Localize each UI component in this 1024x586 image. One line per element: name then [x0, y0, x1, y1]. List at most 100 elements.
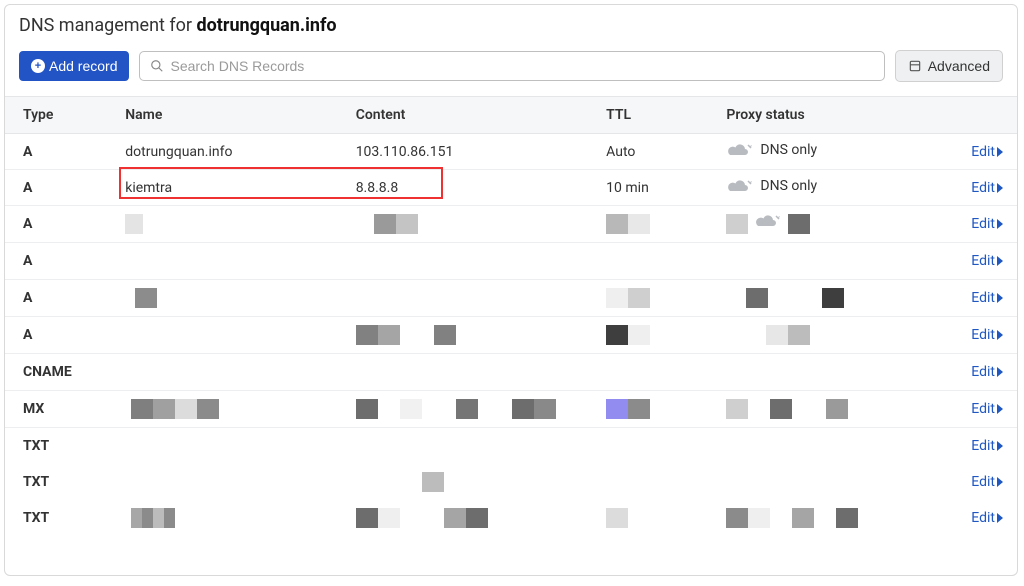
cell-edit: Edit: [917, 354, 1017, 391]
chevron-right-icon: [997, 477, 1003, 487]
cell-ttl: [606, 280, 726, 317]
table-row: AEdit: [5, 243, 1017, 280]
panel-title: DNS management for dotrungquan.info: [5, 5, 1017, 50]
edit-label: Edit: [971, 474, 995, 490]
cell-ttl: Auto: [606, 134, 726, 170]
chevron-right-icon: [997, 367, 1003, 377]
cell-proxy: [726, 354, 916, 391]
advanced-icon: [908, 59, 922, 73]
edit-link[interactable]: Edit: [971, 474, 1003, 490]
cell-content: [356, 500, 606, 536]
cell-edit: Edit: [917, 500, 1017, 536]
cell-ttl: [606, 243, 726, 280]
cloud-off-icon: [726, 179, 750, 193]
cell-name: [125, 391, 355, 428]
chevron-right-icon: [997, 219, 1003, 229]
cell-content: [356, 206, 606, 243]
proxy-text: DNS only: [760, 142, 817, 158]
cell-edit: Edit: [917, 134, 1017, 170]
chevron-right-icon: [997, 513, 1003, 523]
table-row: A Edit: [5, 280, 1017, 317]
cell-proxy: [726, 464, 916, 500]
table-row: CNAME Edit: [5, 354, 1017, 391]
cell-name: [125, 354, 355, 391]
edit-link[interactable]: Edit: [971, 290, 1003, 306]
edit-link[interactable]: Edit: [971, 401, 1003, 417]
cell-proxy: [726, 500, 916, 536]
edit-label: Edit: [971, 180, 995, 196]
cell-proxy: [726, 243, 916, 280]
advanced-label: Advanced: [928, 58, 990, 74]
cell-edit: Edit: [917, 280, 1017, 317]
cell-proxy: DNS only: [726, 170, 916, 206]
edit-label: Edit: [971, 438, 995, 454]
chevron-right-icon: [997, 147, 1003, 157]
cell-content: [356, 428, 606, 465]
cell-name: [125, 243, 355, 280]
edit-link[interactable]: Edit: [971, 180, 1003, 196]
edit-label: Edit: [971, 216, 995, 232]
edit-link[interactable]: Edit: [971, 253, 1003, 269]
edit-link[interactable]: Edit: [971, 364, 1003, 380]
cell-content: [356, 464, 606, 500]
cell-type: A: [5, 206, 125, 243]
cell-name: kiemtra: [125, 170, 355, 206]
chevron-right-icon: [997, 441, 1003, 451]
table-row: Adotrungquan.info103.110.86.151AutoDNS o…: [5, 134, 1017, 170]
search-input[interactable]: [170, 58, 873, 74]
cell-content: [356, 280, 606, 317]
cell-type: A: [5, 134, 125, 170]
table-row: TXT Edit: [5, 500, 1017, 536]
chevron-right-icon: [997, 330, 1003, 340]
table-row: MX Edit: [5, 391, 1017, 428]
edit-label: Edit: [971, 510, 995, 526]
cell-type: TXT: [5, 500, 125, 536]
cell-content: [356, 243, 606, 280]
cell-edit: Edit: [917, 243, 1017, 280]
cell-type: MX: [5, 391, 125, 428]
edit-link[interactable]: Edit: [971, 438, 1003, 454]
cell-ttl: [606, 464, 726, 500]
search-icon: [150, 59, 164, 73]
cell-edit: Edit: [917, 317, 1017, 354]
cloud-off-icon: [726, 143, 750, 157]
edit-link[interactable]: Edit: [971, 216, 1003, 232]
cell-content: [356, 391, 606, 428]
cell-ttl: [606, 428, 726, 465]
cell-ttl: [606, 500, 726, 536]
cell-content: 103.110.86.151: [356, 134, 606, 170]
dns-table: Type Name Content TTL Proxy status Adotr…: [5, 96, 1017, 536]
cell-ttl: [606, 391, 726, 428]
edit-link[interactable]: Edit: [971, 510, 1003, 526]
cell-ttl: [606, 354, 726, 391]
cell-type: CNAME: [5, 354, 125, 391]
advanced-button[interactable]: Advanced: [895, 50, 1003, 82]
cell-type: TXT: [5, 464, 125, 500]
add-record-button[interactable]: + Add record: [19, 51, 129, 81]
cell-type: TXT: [5, 428, 125, 465]
edit-label: Edit: [971, 290, 995, 306]
cell-name: [125, 464, 355, 500]
cell-type: A: [5, 280, 125, 317]
cell-name: [125, 317, 355, 354]
cell-proxy: [726, 428, 916, 465]
cell-proxy: [726, 317, 916, 354]
chevron-right-icon: [997, 293, 1003, 303]
toolbar: + Add record Advanced: [5, 50, 1017, 96]
table-row: TXT Edit: [5, 464, 1017, 500]
dns-panel: DNS management for dotrungquan.info + Ad…: [4, 4, 1018, 576]
proxy-text: DNS only: [760, 178, 817, 194]
col-type: Type: [5, 97, 125, 134]
cell-ttl: [606, 206, 726, 243]
cell-ttl: [606, 317, 726, 354]
cell-name: [125, 206, 355, 243]
search-field[interactable]: [139, 51, 884, 81]
edit-link[interactable]: Edit: [971, 327, 1003, 343]
cell-proxy: DNS only: [726, 134, 916, 170]
edit-link[interactable]: Edit: [971, 144, 1003, 160]
edit-label: Edit: [971, 364, 995, 380]
edit-label: Edit: [971, 327, 995, 343]
cell-edit: Edit: [917, 170, 1017, 206]
cell-edit: Edit: [917, 391, 1017, 428]
title-prefix: DNS management for: [19, 15, 196, 36]
